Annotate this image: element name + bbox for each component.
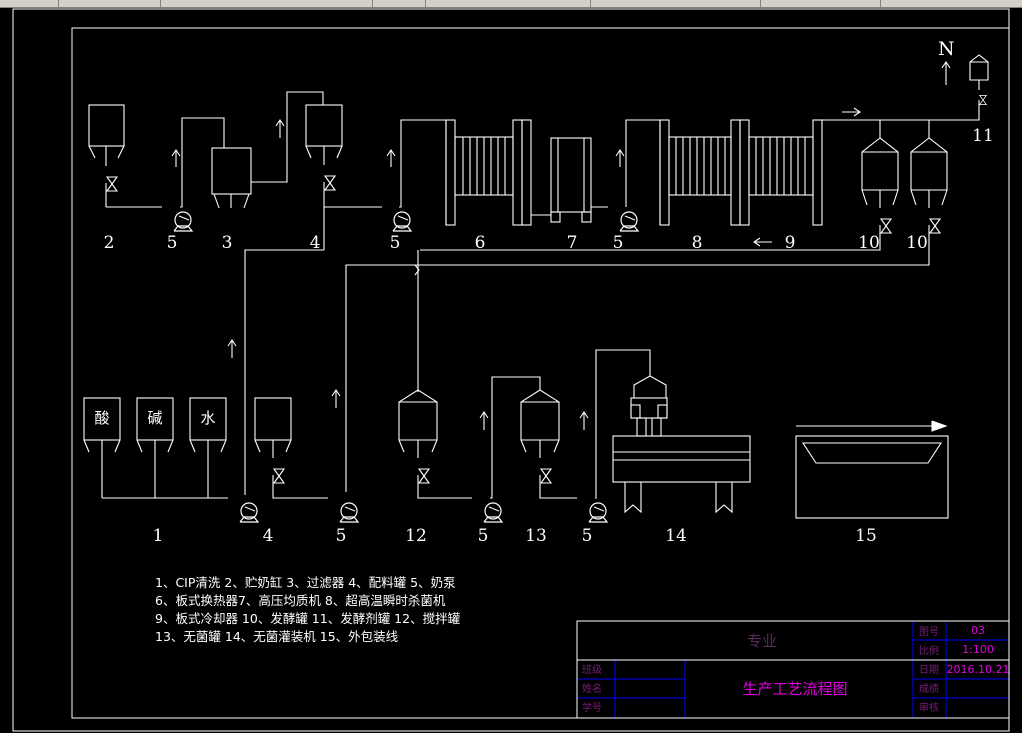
drawing-no-label: 图号 (919, 626, 939, 638)
label-3: 3 (222, 233, 233, 253)
storage-tank-2[interactable] (88, 104, 125, 166)
legend-line-3: 9、板式冷却器 10、发酵罐 11、发酵剂罐 12、搅拌罐 (155, 611, 461, 626)
scale-value: 1:100 (962, 643, 994, 656)
aseptic-tank-13[interactable] (520, 389, 560, 458)
uht-sterilizer-8[interactable] (659, 119, 741, 226)
cad-canvas: 2 5 3 4 5 6 7 5 8 9 10 10 11 N 酸 碱 水 1 4… (0, 0, 1022, 733)
mixing-tank-12[interactable] (398, 389, 438, 458)
valve-icon[interactable] (540, 468, 552, 484)
valve-icon[interactable] (324, 175, 336, 191)
homogenizer-7[interactable] (550, 137, 592, 223)
valve-icon[interactable] (418, 468, 430, 484)
north-label: N (938, 38, 955, 60)
batching-tank-4-bottom[interactable] (254, 397, 292, 458)
label-7: 7 (567, 233, 578, 253)
filter-3[interactable] (211, 147, 252, 209)
label-5: 5 (167, 233, 178, 253)
aseptic-filling-machine-14[interactable] (612, 375, 751, 514)
label-1: 1 (153, 526, 164, 546)
label-4: 4 (263, 526, 274, 546)
label-5: 5 (478, 526, 489, 546)
label-15: 15 (855, 526, 877, 546)
class-label: 班级 (582, 664, 602, 676)
legend-line-4: 13、无菌罐 14、无菌灌装机 15、外包装线 (155, 629, 399, 644)
tank-label-water: 水 (200, 409, 215, 427)
tank-label-alkali: 碱 (147, 409, 162, 427)
legend-line-1: 1、CIP清洗 2、贮奶缸 3、过滤器 4、配料罐 5、奶泵 (155, 575, 456, 590)
plate-cooler-9[interactable] (739, 119, 823, 226)
title-block: 专业 图号 03 比例 1:100 班级 日期 2016.10.21 姓名 成绩… (576, 620, 1010, 719)
scale-label: 比例 (919, 644, 939, 657)
label-10: 10 (906, 233, 928, 253)
pump-icon[interactable] (392, 211, 412, 232)
label-13: 13 (525, 526, 547, 546)
major-label: 专业 (747, 632, 777, 650)
reviewer-label: 审核 (919, 701, 939, 714)
fermenter-10-left[interactable] (861, 137, 899, 208)
label-9: 9 (785, 233, 796, 253)
label-12: 12 (405, 526, 427, 546)
valve-icon[interactable] (880, 218, 892, 234)
grade-label: 成绩 (919, 682, 939, 695)
pump-icon[interactable] (483, 502, 503, 523)
pump-icon[interactable] (619, 211, 639, 232)
label-11: 11 (972, 126, 994, 146)
drawing-no-value: 03 (971, 624, 985, 637)
pump-icon[interactable] (588, 502, 608, 523)
pump-icon[interactable] (339, 502, 359, 523)
date-label: 日期 (919, 664, 939, 676)
tank-label-acid: 酸 (94, 409, 109, 427)
legend-line-2: 6、板式换热器7、高压均质机 8、超高温瞬时杀菌机 (155, 593, 446, 608)
plate-heat-exchanger-6[interactable] (445, 119, 532, 226)
label-6: 6 (475, 233, 486, 253)
drawing-title: 生产工艺流程图 (742, 680, 847, 698)
label-4: 4 (310, 233, 321, 253)
name-label: 姓名 (582, 682, 602, 695)
date-value: 2016.10.21 (947, 663, 1010, 676)
valve-icon[interactable] (106, 176, 118, 192)
label-14: 14 (665, 526, 687, 546)
label-2: 2 (104, 233, 115, 253)
fermenter-10-right[interactable] (910, 137, 948, 208)
label-10: 10 (858, 233, 880, 253)
valve-icon[interactable] (979, 94, 987, 106)
pump-icon[interactable] (173, 211, 193, 232)
packaging-line-15[interactable] (795, 420, 949, 519)
valve-icon[interactable] (273, 468, 285, 484)
label-8: 8 (692, 233, 703, 253)
label-5: 5 (613, 233, 624, 253)
label-5: 5 (582, 526, 593, 546)
starter-tank-11[interactable] (969, 54, 989, 90)
label-5: 5 (390, 233, 401, 253)
batching-tank-4[interactable] (305, 104, 343, 165)
valve-icon[interactable] (929, 218, 941, 234)
pump-icon[interactable] (239, 502, 259, 523)
label-5: 5 (336, 526, 347, 546)
process-flow-drawing: 2 5 3 4 5 6 7 5 8 9 10 10 11 N 酸 碱 水 1 4… (12, 8, 1010, 732)
student-no-label: 学号 (582, 701, 602, 714)
